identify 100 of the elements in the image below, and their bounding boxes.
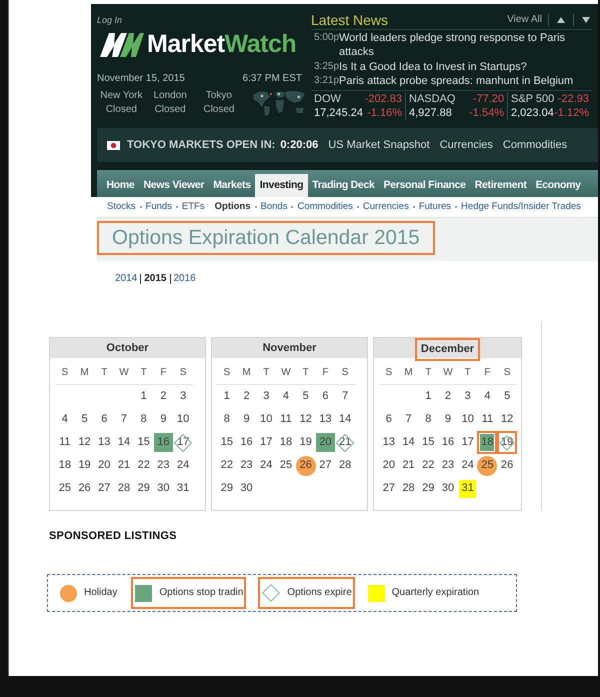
index-change: -77.20 — [472, 92, 504, 106]
calendar-day: 14 — [399, 433, 418, 452]
subnav-link[interactable]: Options — [214, 200, 251, 214]
logo-text[interactable]: MarketWatch — [147, 30, 296, 58]
logo-icon[interactable] — [100, 31, 144, 57]
calendar-day: 19 — [75, 456, 94, 475]
calendar-day: 9 — [438, 410, 458, 429]
year-link[interactable]: 2014 — [115, 273, 138, 285]
weekday-label: S — [62, 366, 68, 380]
ticker-link[interactable]: Commodities — [502, 136, 568, 154]
nav-tab[interactable]: Markets — [208, 174, 256, 197]
calendar-day: 22 — [217, 456, 236, 475]
calendar-day: 23 — [438, 456, 458, 475]
calendar-day: 31 — [174, 479, 193, 498]
nav-tab[interactable]: Investing — [255, 174, 308, 197]
news-headline[interactable]: World leaders pledge strong response to Paris attacks — [339, 31, 592, 60]
calendar-day: 28 — [336, 456, 355, 475]
city-name: New York — [100, 89, 142, 103]
nav-tab[interactable]: Trading Deck — [308, 174, 380, 197]
calendar-day: 1 — [217, 387, 236, 406]
subnav-link[interactable]: Hedge Funds/Insider Trades — [461, 200, 581, 214]
time-text: 6:37 PM EST — [242, 73, 302, 85]
subnav-link[interactable]: Futures — [418, 200, 452, 214]
news-headline[interactable]: Is It a Good Idea to Invest in Startups? — [339, 60, 592, 74]
subnav-link[interactable]: Funds — [146, 200, 172, 214]
calendar-day: 7 — [399, 410, 418, 429]
nav-tab[interactable]: News Viewer — [138, 174, 209, 197]
calendar-day: 27 — [379, 479, 398, 498]
calendar-day: 5 — [498, 387, 517, 406]
subnav-link[interactable]: Stocks — [107, 200, 136, 214]
weekday-label: F — [322, 366, 328, 380]
calendar-day: 13 — [379, 433, 398, 452]
calendar-day: 22 — [134, 456, 154, 475]
login-link[interactable]: Log In — [97, 15, 122, 25]
calendar-day: 15 — [418, 433, 438, 452]
nav-tab[interactable]: Home — [102, 174, 139, 197]
nav-tab[interactable]: Retirement — [470, 174, 532, 197]
weekday-label: S — [386, 366, 392, 380]
calendar-day: 15 — [134, 433, 154, 452]
calendar-day: 9 — [154, 410, 173, 429]
weekday-label: T — [101, 366, 108, 380]
calendar-day: 10 — [174, 410, 193, 429]
weekday-label: W — [443, 366, 453, 380]
legend-label: Options stop tradin — [159, 587, 244, 599]
news-time: 3:25p — [313, 60, 339, 74]
calendar-day: 19 — [497, 431, 518, 454]
flag-icon — [107, 140, 120, 150]
calendar-day: 3 — [256, 387, 276, 406]
countdown-timer: 0:20:06 — [280, 138, 318, 153]
index-name: S&P 500 — [511, 92, 554, 106]
index-value: 17,245.24 — [314, 106, 363, 120]
weekday-label: M — [80, 366, 89, 380]
calendar-day: 27 — [316, 456, 335, 475]
square-icon — [368, 584, 385, 602]
weekday-label: S — [342, 366, 348, 380]
nav-tab[interactable]: Economy — [531, 174, 586, 197]
calendar-day: 28 — [114, 479, 134, 498]
month-name: October — [106, 341, 149, 356]
ticker-link[interactable]: Currencies — [440, 136, 493, 154]
subnav-link[interactable]: ETFs — [182, 200, 205, 214]
calendar-day: 21 — [399, 456, 418, 475]
calendar-day: 12 — [498, 410, 517, 429]
year-link[interactable]: 2015 — [144, 273, 166, 285]
weekday-label: T — [464, 366, 471, 380]
calendar-day: 25 — [276, 456, 296, 475]
calendar-day: 6 — [94, 410, 114, 429]
calendar-day: 12 — [296, 410, 316, 429]
subnav-link[interactable]: Currencies — [362, 200, 409, 214]
page-title: Options Expiration Calendar 2015 — [97, 221, 435, 255]
calendar-day: 16 — [154, 433, 173, 452]
weekday-label: T — [140, 366, 147, 380]
news-headline[interactable]: Paris attack probe spreads: manhunt in Belgium — [339, 74, 592, 88]
year-link[interactable]: 2016 — [174, 273, 196, 285]
nav-tab[interactable]: Personal Finance — [379, 174, 470, 197]
calendar-day: 18 — [55, 456, 74, 475]
view-all-link[interactable]: View All — [507, 14, 542, 26]
calendar-day: 2 — [438, 387, 458, 406]
news-heading: Latest News — [311, 12, 388, 28]
index-value: 4,927.88 — [409, 106, 452, 120]
calendar-day: 29 — [134, 479, 154, 498]
weekday-label: M — [242, 366, 251, 380]
calendar-day: 10 — [458, 410, 478, 429]
calendar-day: 28 — [399, 479, 418, 498]
calendar-day: 24 — [256, 456, 276, 475]
calendar-day: 11 — [478, 410, 497, 429]
index-change: -202.83 — [364, 92, 402, 106]
subnav-link[interactable]: Bonds — [260, 200, 288, 214]
diamond-icon — [262, 584, 280, 602]
calendar-day: 20 — [316, 433, 335, 452]
subnav-link[interactable]: Commodities — [297, 200, 353, 214]
weekday-label: T — [425, 366, 432, 380]
calendar-day: 4 — [276, 387, 296, 406]
index-percent: -1.12% — [554, 106, 589, 120]
calendar-day: 2 — [154, 387, 173, 406]
calendar-day: 30 — [438, 479, 458, 498]
calendar-day: 3 — [458, 387, 478, 406]
ticker-link[interactable]: US Market Snapshot — [328, 136, 430, 154]
index-percent: -1.54% — [469, 106, 504, 120]
calendar-day: 25 — [477, 456, 498, 476]
calendar-day: 12 — [75, 433, 94, 452]
